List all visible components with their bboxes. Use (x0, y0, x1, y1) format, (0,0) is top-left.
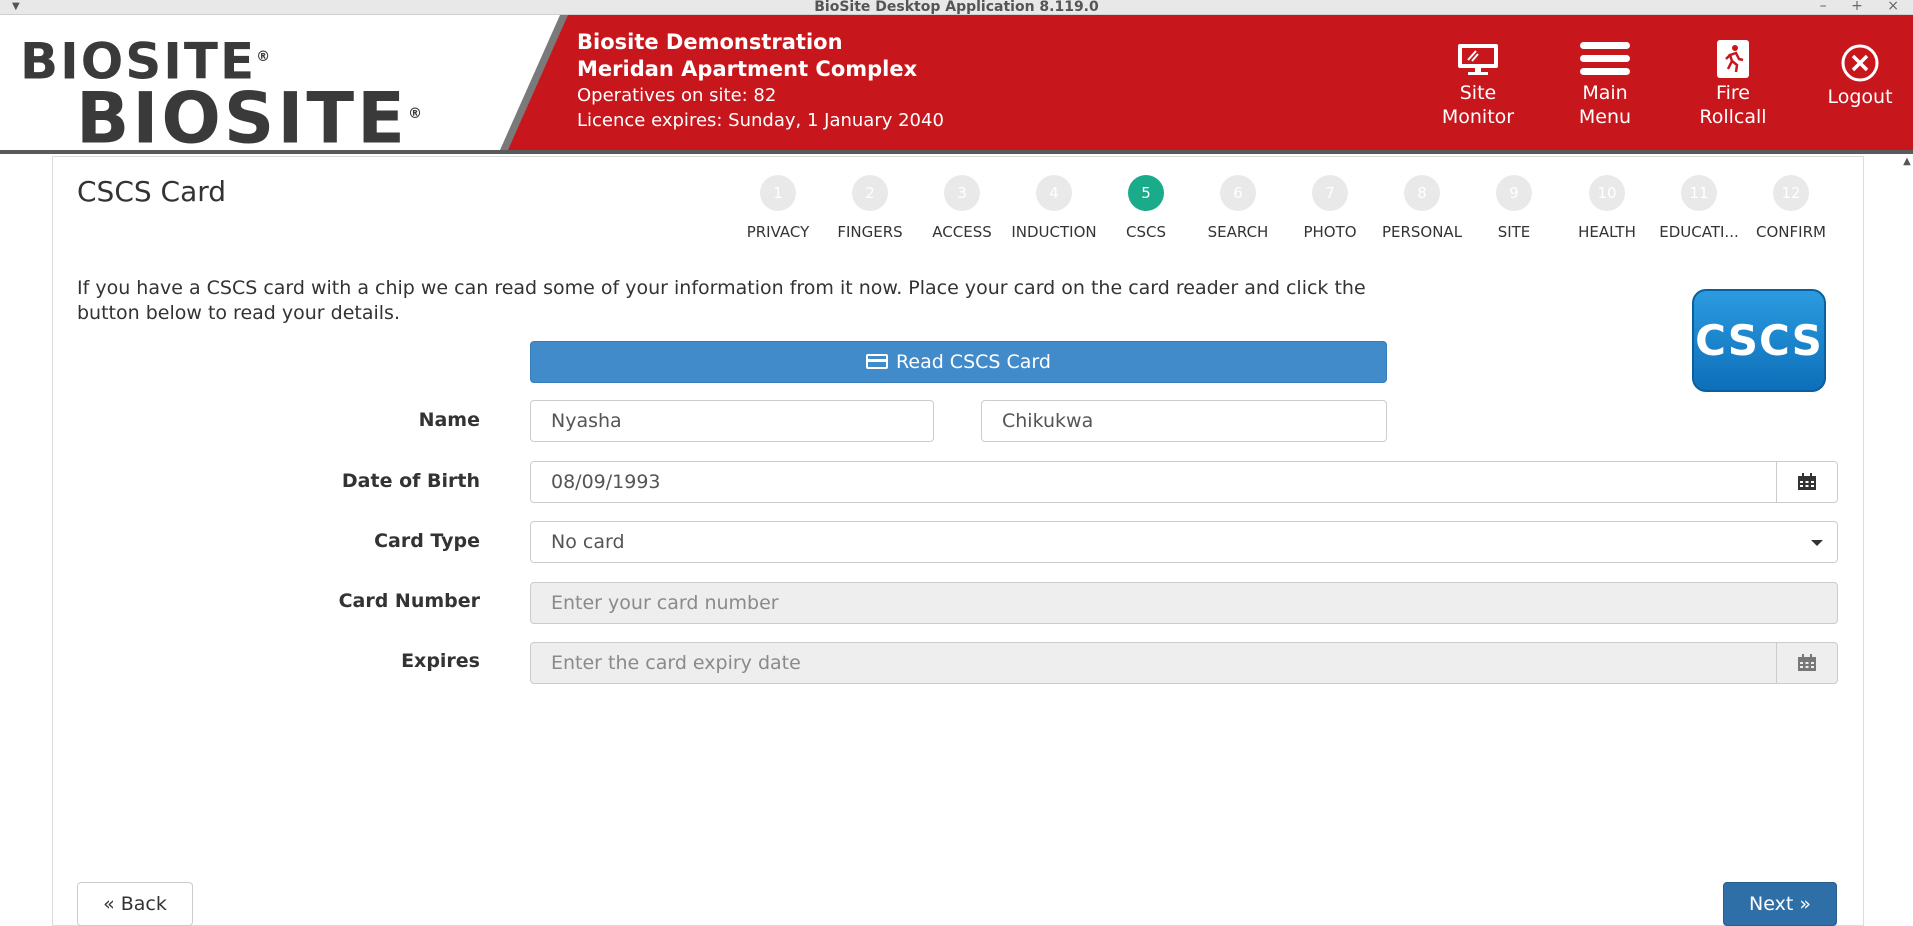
site-monitor-button[interactable]: Site Monitor (1428, 39, 1528, 129)
site-monitor-label-1: Site (1459, 82, 1497, 104)
close-circle-icon (1810, 43, 1910, 83)
intro-text: If you have a CSCS card with a chip we c… (77, 276, 1637, 326)
step-number: 12 (1773, 175, 1809, 211)
main-menu-button[interactable]: Main Menu (1555, 39, 1655, 129)
step-number: 5 (1128, 175, 1164, 211)
intro-line-1: If you have a CSCS card with a chip we c… (77, 277, 1366, 299)
header-divider (0, 150, 1913, 154)
step-label: SITE (1497, 223, 1531, 241)
dob-calendar-button[interactable] (1776, 461, 1838, 503)
site-info: Biosite Demonstration Meridan Apartment … (577, 29, 944, 133)
step-number: 2 (852, 175, 888, 211)
step-search[interactable]: 6 SEARCH (1188, 175, 1288, 241)
fire-rollcall-button[interactable]: Fire Rollcall (1683, 39, 1783, 129)
scroll-up-icon[interactable]: ▲ (1901, 156, 1913, 170)
fire-rollcall-label-2: Rollcall (1699, 106, 1767, 128)
step-privacy[interactable]: 1 PRIVACY (728, 175, 828, 241)
step-photo[interactable]: 7 PHOTO (1280, 175, 1380, 241)
step-number: 1 (760, 175, 796, 211)
step-label: FINGERS (837, 223, 903, 241)
credit-card-icon (866, 354, 889, 369)
step-health[interactable]: 10 HEALTH (1557, 175, 1657, 241)
step-label: EDUCATI... (1659, 223, 1739, 241)
logout-label: Logout (1827, 86, 1893, 108)
first-name-input[interactable]: Nyasha (530, 400, 934, 442)
step-number: 3 (944, 175, 980, 211)
name-label: Name (418, 409, 480, 431)
back-button[interactable]: « Back (77, 882, 193, 926)
read-cscs-card-button[interactable]: Read CSCS Card (530, 341, 1387, 383)
step-label: INDUCTION (1011, 223, 1097, 241)
step-fingers[interactable]: 2 FINGERS (820, 175, 920, 241)
date-of-birth-input[interactable]: 08/09/1993 (530, 461, 1777, 503)
biosite-logo-large: BIOSITE® (76, 77, 425, 160)
step-number: 6 (1220, 175, 1256, 211)
card-type-value: No card (551, 531, 625, 553)
hamburger-icon (1555, 39, 1655, 79)
expires-label: Expires (401, 650, 480, 672)
expiry-calendar-button[interactable] (1776, 642, 1838, 684)
fire-exit-icon (1683, 39, 1783, 79)
step-label: CONFIRM (1756, 223, 1826, 241)
chevron-down-icon (1811, 540, 1823, 546)
step-label: ACCESS (932, 223, 992, 241)
licence-expiry: Licence expires: Sunday, 1 January 2040 (577, 110, 944, 131)
step-cscs[interactable]: 5 CSCS (1096, 175, 1196, 241)
site-name: Meridan Apartment Complex (577, 57, 918, 81)
step-number: 11 (1681, 175, 1717, 211)
intro-line-2: button below to read your details. (77, 302, 400, 324)
main-menu-label-2: Menu (1578, 106, 1632, 128)
step-confirm[interactable]: 12 CONFIRM (1741, 175, 1841, 241)
step-label: PRIVACY (746, 223, 810, 241)
card-type-label: Card Type (374, 530, 480, 552)
card-number-input[interactable]: Enter your card number (530, 582, 1838, 624)
monitor-icon (1428, 39, 1528, 79)
operatives-count: Operatives on site: 82 (577, 85, 777, 106)
step-education[interactable]: 11 EDUCATI... (1649, 175, 1749, 241)
next-button[interactable]: Next » (1723, 882, 1837, 926)
step-label: PERSONAL (1381, 223, 1463, 241)
site-monitor-label-2: Monitor (1441, 106, 1515, 128)
fire-rollcall-label-1: Fire (1716, 82, 1750, 104)
step-number: 8 (1404, 175, 1440, 211)
last-name-input[interactable]: Chikukwa (981, 400, 1387, 442)
step-access[interactable]: 3 ACCESS (912, 175, 1012, 241)
main-menu-label-1: Main (1582, 82, 1628, 104)
card-number-label: Card Number (338, 590, 480, 612)
page-title: CSCS Card (77, 175, 227, 208)
read-cscs-card-label: Read CSCS Card (896, 351, 1051, 373)
company-name: Biosite Demonstration (577, 30, 843, 54)
logout-button[interactable]: Logout (1810, 43, 1910, 109)
step-induction[interactable]: 4 INDUCTION (1004, 175, 1104, 241)
step-label: CSCS (1126, 223, 1166, 241)
expiry-date-input[interactable]: Enter the card expiry date (530, 642, 1777, 684)
calendar-icon (1798, 473, 1816, 490)
card-type-select[interactable]: No card (530, 521, 1838, 563)
window-controls[interactable]: – + × (1820, 0, 1909, 14)
window-titlebar: ▼ BioSite Desktop Application 8.119.0 – … (0, 0, 1913, 15)
window-title: BioSite Desktop Application 8.119.0 (814, 0, 1099, 15)
cscs-logo: CSCS (1692, 289, 1826, 392)
step-number: 7 (1312, 175, 1348, 211)
step-number: 4 (1036, 175, 1072, 211)
step-site[interactable]: 9 SITE (1464, 175, 1564, 241)
date-of-birth-label: Date of Birth (341, 470, 480, 492)
step-label: PHOTO (1303, 223, 1357, 241)
step-label: HEALTH (1578, 223, 1636, 241)
step-number: 10 (1589, 175, 1625, 211)
step-number: 9 (1496, 175, 1532, 211)
app-header: BIOSITE® BIOSITE® Biosite Demonstration … (0, 15, 1913, 157)
step-personal[interactable]: 8 PERSONAL (1372, 175, 1472, 241)
calendar-icon (1798, 654, 1816, 671)
step-label: SEARCH (1207, 223, 1269, 241)
